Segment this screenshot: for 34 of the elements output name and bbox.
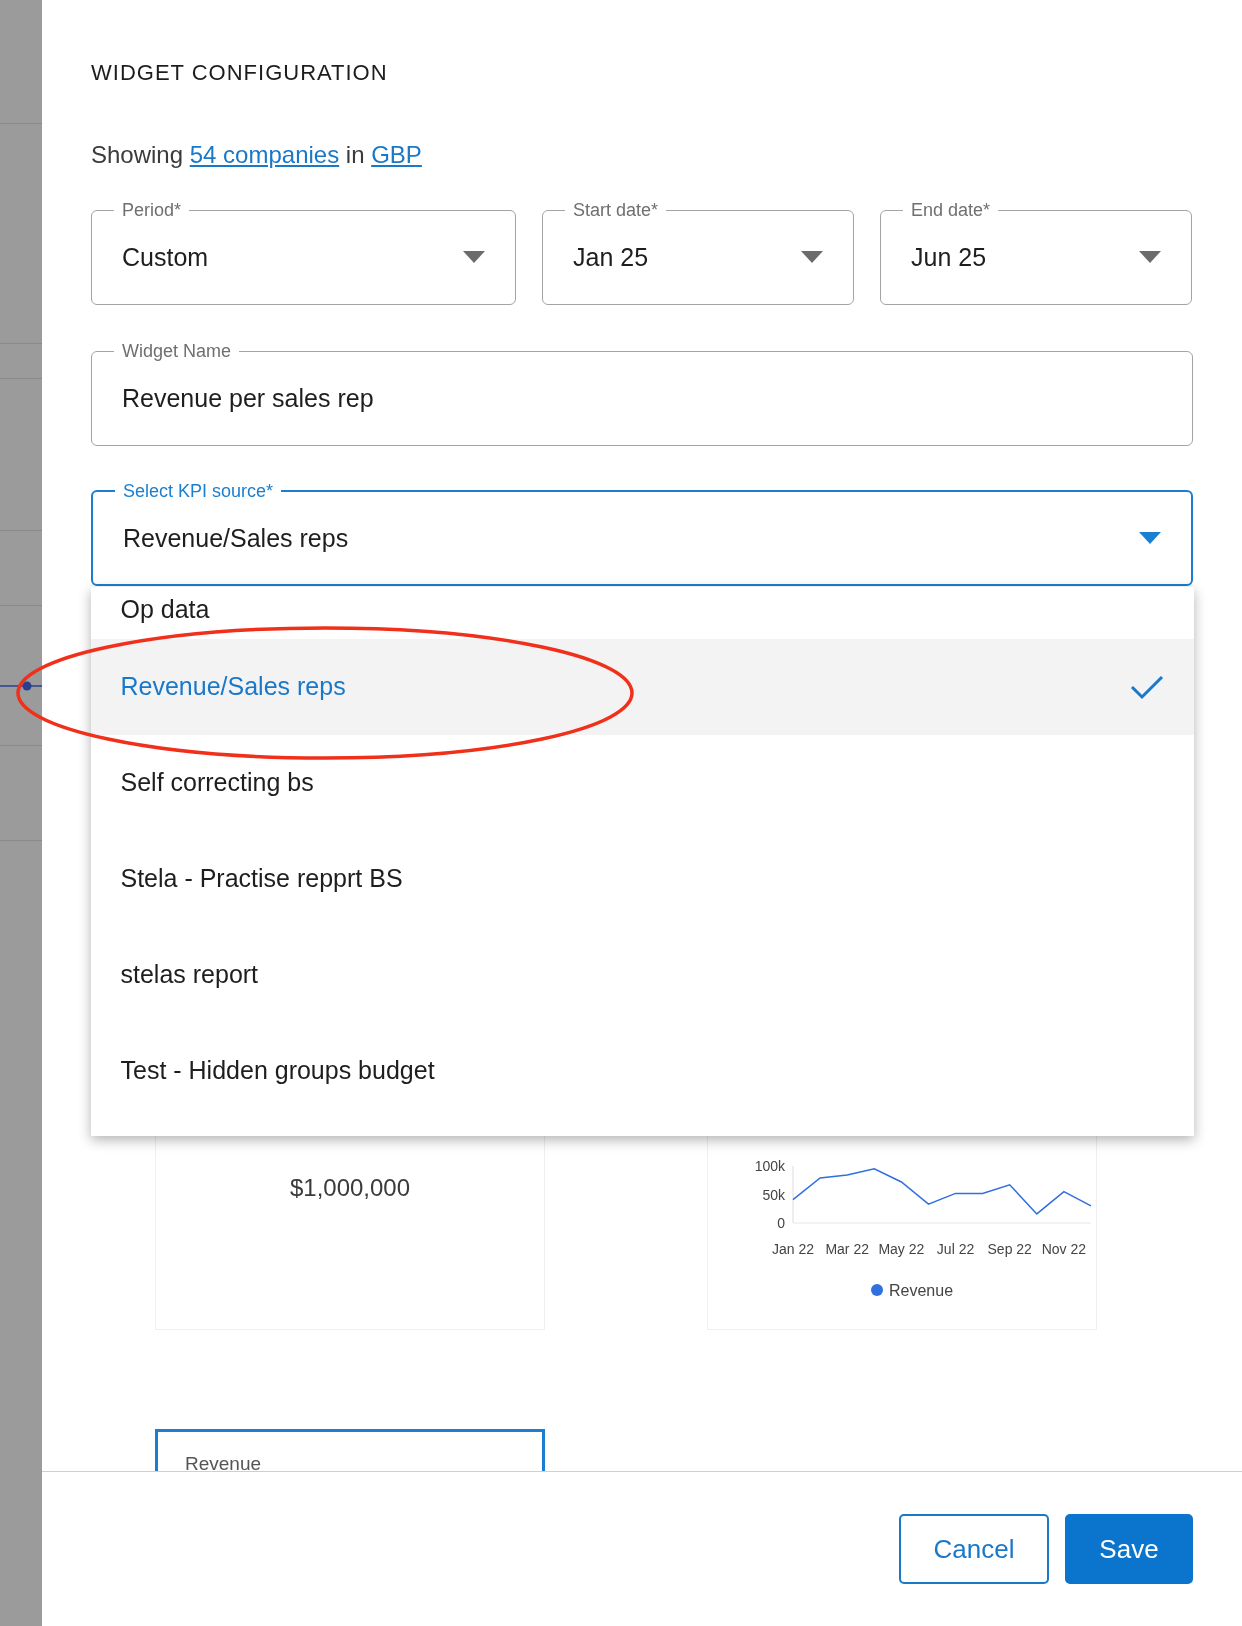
dropdown-option[interactable]: Self correcting bs — [90, 735, 1194, 831]
field-label: Period* — [121, 199, 183, 221]
save-button[interactable]: Save — [1065, 1514, 1193, 1584]
panel-title: WIDGET CONFIGURATION — [91, 60, 389, 86]
checkmark-icon — [1129, 674, 1164, 700]
caret-icon — [463, 251, 485, 263]
y-tick-label: 100k — [754, 1158, 785, 1174]
chart-line-fragment — [0, 681, 42, 691]
widget-card[interactable]: Revenue — [155, 1429, 545, 1471]
companies-link[interactable]: 54 companies — [189, 141, 340, 168]
metric-value: $1,000,000 — [288, 1174, 412, 1202]
dropdown-option[interactable]: Op data — [90, 587, 1194, 639]
x-tick-label: Sep 22 — [987, 1241, 1032, 1257]
caret-icon — [801, 251, 823, 263]
field-label: End date* — [910, 199, 992, 221]
x-tick-label: Nov 22 — [1041, 1241, 1087, 1257]
dropdown-option[interactable]: Revenue/Sales reps — [90, 639, 1194, 735]
x-tick-label: Jul 22 — [936, 1241, 975, 1257]
currency-link[interactable]: GBP — [371, 141, 422, 168]
caret-icon — [1139, 532, 1161, 544]
dropdown-option[interactable]: Stela - Practise repprt BS — [90, 831, 1194, 927]
caret-icon — [1139, 251, 1161, 263]
x-tick-label: Mar 22 — [825, 1241, 869, 1257]
legend-label: Revenue — [889, 1282, 954, 1299]
x-tick-label: Jan 22 — [772, 1241, 814, 1257]
field-label: Widget Name — [121, 340, 233, 362]
y-tick-label: 50k — [762, 1186, 785, 1203]
field-label: Start date* — [572, 199, 660, 221]
summary-text: Showing 54 companies in GBP — [91, 140, 423, 170]
x-tick-label: May 22 — [878, 1241, 925, 1257]
field-label: Select KPI source* — [122, 480, 275, 502]
y-tick-label: 0 — [777, 1215, 785, 1231]
card-title: Revenue — [185, 1452, 262, 1471]
cancel-button[interactable]: Cancel — [899, 1514, 1049, 1584]
